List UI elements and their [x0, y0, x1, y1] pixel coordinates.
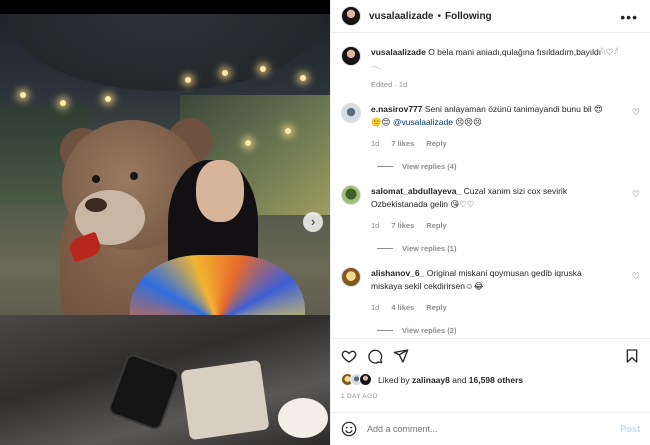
- light-dot: [245, 140, 251, 146]
- comment-username[interactable]: e.nasirov777: [371, 104, 423, 114]
- liked-by-count[interactable]: 16,598 others: [469, 375, 523, 385]
- comment-username[interactable]: alishanov_6_: [371, 268, 424, 278]
- post-button[interactable]: Post: [620, 424, 640, 434]
- share-icon[interactable]: [393, 348, 409, 364]
- comment-icon[interactable]: [367, 348, 383, 364]
- view-replies-button[interactable]: View replies (1): [377, 244, 621, 253]
- comment-text: alishanov_6_ Original miskani qoymusan g…: [371, 267, 621, 293]
- comment-meta: 1d 7 likes Reply: [371, 139, 621, 148]
- view-replies-line: [377, 166, 393, 167]
- heart-icon[interactable]: ♡: [632, 189, 640, 200]
- caption-meta: Edited · 1d: [371, 80, 621, 89]
- view-replies-button[interactable]: View replies (4): [377, 162, 621, 171]
- more-icon[interactable]: •••: [620, 9, 638, 25]
- liked-by-user[interactable]: zalinaay8: [412, 375, 450, 385]
- commenter-avatar[interactable]: [341, 103, 361, 123]
- action-bar: [331, 338, 650, 372]
- post-photo: ›: [0, 0, 330, 445]
- post-timestamp[interactable]: 1 DAY AGO: [341, 393, 378, 400]
- comment-meta: 1d 7 likes Reply: [371, 221, 621, 230]
- heart-icon[interactable]: ♡: [632, 271, 640, 282]
- comment-likes[interactable]: 7 likes: [391, 139, 414, 148]
- heart-icon[interactable]: ♡: [632, 107, 640, 118]
- comment-text: salomat_abdullayeva_ Cuzal xanim sizi co…: [371, 185, 621, 211]
- light-dot: [60, 100, 66, 106]
- comment-username[interactable]: salomat_abdullayeva_: [371, 186, 461, 196]
- comment: alishanov_6_ Original miskani qoymusan g…: [341, 267, 640, 335]
- comment-body-line2: miskaya sekil cekdirirsen☺😂: [371, 281, 484, 291]
- light-dot: [300, 75, 306, 81]
- emoji-icon[interactable]: [341, 421, 357, 437]
- post-side-panel: vusalaalizade • Following ••• vusalaaliz…: [330, 0, 650, 445]
- light-dot: [260, 66, 266, 72]
- cutlery-on-table: [180, 359, 270, 441]
- comment-age[interactable]: 1d: [371, 221, 379, 230]
- woman-face: [196, 160, 244, 222]
- comment-body-line2: Ozbekistanada gelin 😘♡♡: [371, 199, 475, 209]
- comment-age[interactable]: 1d: [371, 303, 379, 312]
- following-button[interactable]: Following: [445, 11, 492, 22]
- post-header: vusalaalizade • Following •••: [331, 0, 650, 33]
- heart-icon[interactable]: [341, 348, 357, 364]
- teddy-bear-nose: [85, 198, 107, 212]
- commenter-avatar[interactable]: [341, 267, 361, 287]
- comment-input[interactable]: [367, 424, 621, 434]
- chevron-right-icon[interactable]: ›: [303, 212, 323, 232]
- comment-body: Seni anlayaman özünü tanimayandi bunu bi…: [424, 104, 603, 114]
- caption-body: O bela mani aniadı,qulağına fısıldadım,b…: [428, 47, 619, 57]
- caption-body-line2: 𓂃: [371, 60, 381, 70]
- liked-by-and: and: [452, 374, 467, 385]
- comment-emoji: 🙁😊: [371, 117, 391, 127]
- comment: salomat_abdullayeva_ Cuzal xanim sizi co…: [341, 185, 640, 253]
- view-replies-line: [377, 330, 393, 331]
- caption: vusalaalizade O bela mani aniadı,qulağın…: [341, 46, 640, 89]
- bookmark-icon[interactable]: [624, 348, 640, 364]
- reply-button[interactable]: Reply: [426, 139, 446, 148]
- light-dot: [105, 96, 111, 102]
- caption-text: vusalaalizade O bela mani aniadı,qulağın…: [371, 46, 621, 72]
- commenter-avatar[interactable]: [341, 185, 361, 205]
- comment-likes[interactable]: 4 likes: [391, 303, 414, 312]
- reply-button[interactable]: Reply: [426, 221, 446, 230]
- comment-age[interactable]: 1d: [371, 139, 379, 148]
- umbrella-shape: [0, 14, 330, 104]
- light-dot: [20, 92, 26, 98]
- comments-list[interactable]: vusalaalizade O bela mani aniadı,qulağın…: [331, 34, 650, 338]
- light-dot: [185, 77, 191, 83]
- view-replies-label: View replies (4): [402, 162, 457, 171]
- comment-text: e.nasirov777 Seni anlayaman özünü tanima…: [371, 103, 621, 129]
- photo-top-edge: [0, 0, 330, 14]
- likes-summary: Liked by zalinaay8 and 16,598 others: [341, 373, 523, 386]
- post-modal: › vusalaalizade • Following ••• vusalaal…: [0, 0, 650, 445]
- light-dot: [222, 70, 228, 76]
- liked-by-prefix: Liked by: [378, 374, 410, 385]
- teddy-bear-eye: [92, 175, 100, 183]
- caption-username[interactable]: vusalaalizade: [371, 47, 426, 57]
- comment-body: Cuzal xanim sizi cox sevirik: [463, 186, 568, 196]
- view-replies-label: View replies (1): [402, 244, 457, 253]
- author-username[interactable]: vusalaalizade: [369, 11, 433, 22]
- teddy-bear-eye: [130, 172, 138, 180]
- edited-label: Edited · 1d: [371, 80, 408, 89]
- liker-avatars[interactable]: [341, 373, 372, 386]
- header-dot: •: [437, 10, 441, 22]
- light-dot: [285, 128, 291, 134]
- comment: e.nasirov777 Seni anlayaman özünü tanima…: [341, 103, 640, 171]
- view-replies-button[interactable]: View replies (2): [377, 326, 621, 335]
- comment-likes[interactable]: 7 likes: [391, 221, 414, 230]
- author-avatar[interactable]: [341, 6, 361, 26]
- comment-emoji: 😣😣😣: [455, 117, 482, 127]
- liker-avatar: [359, 373, 372, 386]
- view-replies-label: View replies (2): [402, 326, 457, 335]
- add-comment-bar: Post: [331, 412, 650, 445]
- comment-meta: 1d 4 likes Reply: [371, 303, 621, 312]
- reply-button[interactable]: Reply: [426, 303, 446, 312]
- cup-on-table: [278, 398, 328, 438]
- comment-body: Original miskani qoymusan gedib iqruska: [426, 268, 582, 278]
- author-avatar[interactable]: [341, 46, 361, 66]
- mention-link[interactable]: @vusalaalizade: [393, 117, 453, 127]
- view-replies-line: [377, 248, 393, 249]
